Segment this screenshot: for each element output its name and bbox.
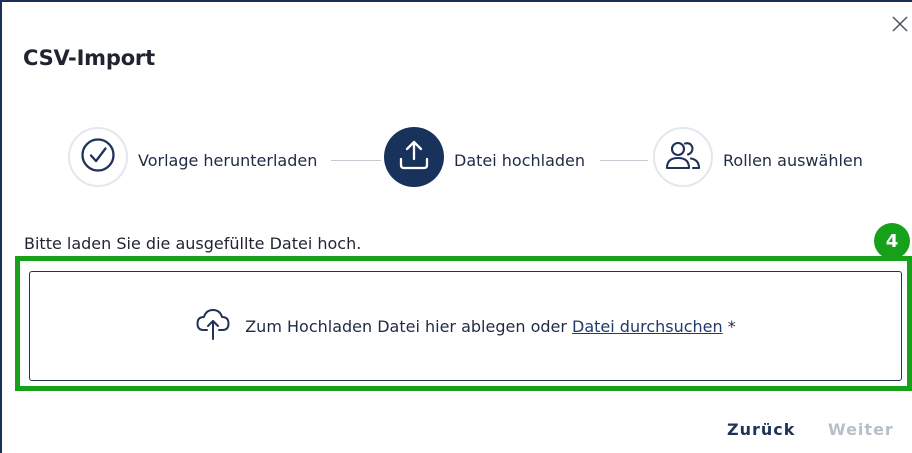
step-label: Datei hochladen [454, 151, 586, 170]
step-label: Rollen auswählen [723, 151, 863, 170]
users-icon [664, 136, 702, 178]
step-connector [600, 160, 648, 161]
file-dropzone[interactable]: Zum Hochladen Datei hier ablegen oder Da… [29, 271, 902, 381]
upload-instruction: Bitte laden Sie die ausgefüllte Datei ho… [24, 234, 362, 253]
close-icon[interactable] [888, 12, 912, 36]
dialog-title: CSV-Import [23, 46, 155, 70]
step-label: Vorlage herunterladen [138, 151, 318, 170]
step-circle-active [384, 127, 444, 187]
next-button: Weiter [828, 420, 894, 439]
step-connector [331, 160, 381, 161]
csv-import-dialog: CSV-Import Vorlage herunterladen Datei h… [0, 0, 912, 453]
dropzone-text: Zum Hochladen Datei hier ablegen oder [245, 316, 567, 336]
cloud-upload-icon [195, 306, 245, 346]
annotation-badge: 4 [874, 223, 910, 259]
back-button[interactable]: Zurück [727, 420, 795, 439]
browse-files-link[interactable]: Datei durchsuchen [572, 317, 723, 336]
upload-icon [395, 136, 433, 178]
step-circle-todo [653, 127, 713, 187]
step-circle-done [68, 127, 128, 187]
required-marker: * [727, 316, 736, 336]
dropzone-content: Zum Hochladen Datei hier ablegen oder Da… [195, 306, 736, 346]
check-circle-icon [80, 137, 116, 177]
